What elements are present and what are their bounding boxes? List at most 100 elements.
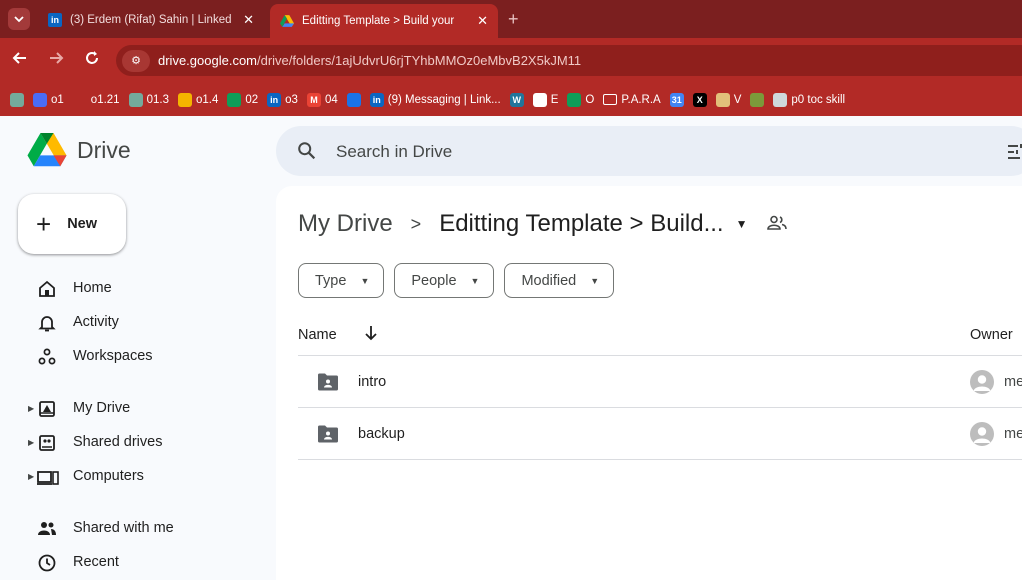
browser-toolbar: ⚙ drive.google.com/drive/folders/1ajUdvr… xyxy=(0,38,1022,83)
new-tab-button[interactable]: + xyxy=(508,9,519,30)
linkedin-icon: in xyxy=(48,12,62,27)
dropdown-arrow-icon: ▼ xyxy=(360,275,370,286)
sidebar-item-label: Shared with me xyxy=(73,520,174,536)
file-name[interactable]: backup xyxy=(358,426,405,442)
shared-folder-icon[interactable] xyxy=(767,210,788,238)
bookmark-item[interactable]: p0 toc skill xyxy=(773,92,846,107)
search-icon[interactable] xyxy=(296,140,318,167)
sidebar-item-workspaces[interactable]: Workspaces xyxy=(0,339,270,373)
bookmark-item[interactable] xyxy=(750,92,765,107)
browser-tab-strip: in (3) Erdem (Rifat) Sahin | Linked ✕ Ed… xyxy=(0,0,1022,38)
bookmark-item[interactable]: 02 xyxy=(227,92,258,107)
new-button[interactable]: + New xyxy=(18,194,126,254)
sidebar-item-activity[interactable]: Activity xyxy=(0,305,270,339)
file-row[interactable]: backup me xyxy=(298,409,1022,460)
bookmark-label: p0 toc skill xyxy=(791,93,846,106)
bookmarks-bar: o1 o1.21 01.3 o1.4 02 in o3 M 04 in (9) Messaging … xyxy=(0,83,1022,116)
my-drive-icon xyxy=(37,399,57,419)
dropdown-arrow-icon: ▼ xyxy=(470,275,480,286)
bookmark-item[interactable]: o1.21 xyxy=(72,92,120,107)
bookmark-item[interactable]: o1 xyxy=(33,92,64,107)
bookmark-item[interactable]: 01.3 xyxy=(128,92,169,107)
close-tab-icon[interactable]: ✕ xyxy=(477,13,488,29)
breadcrumb-root[interactable]: My Drive xyxy=(298,210,393,238)
bookmark-item[interactable]: W xyxy=(509,92,524,107)
tab-title: (3) Erdem (Rifat) Sahin | Linked xyxy=(70,13,232,26)
bookmark-item[interactable]: X xyxy=(692,92,707,107)
sidebar-item-shared-drives[interactable]: ▶ Shared drives xyxy=(0,425,270,459)
bookmark-label: E xyxy=(550,93,559,106)
search-bar[interactable]: Search in Drive xyxy=(276,126,1022,176)
filter-type[interactable]: Type ▼ xyxy=(298,263,385,298)
breadcrumb-current[interactable]: Editting Template > Build... xyxy=(439,210,723,238)
calendar-icon: 31 xyxy=(669,92,684,107)
gmail-icon: M xyxy=(306,92,321,107)
filter-chips: Type ▼ People ▼ Modified ▼ xyxy=(298,263,615,298)
expand-caret-icon[interactable]: ▶ xyxy=(28,472,34,481)
bookmark-item[interactable]: E xyxy=(532,92,559,107)
folder-menu-dropdown-icon[interactable]: ▼ xyxy=(736,217,748,231)
people-icon xyxy=(37,519,57,539)
bookmark-item[interactable]: o1.4 xyxy=(177,92,219,107)
bookmark-item[interactable]: in (9) Messaging | Link... xyxy=(369,92,501,107)
key-icon xyxy=(72,92,87,107)
search-input[interactable]: Search in Drive xyxy=(336,142,452,162)
sidebar-item-label: Computers xyxy=(73,468,144,484)
avatar xyxy=(970,422,994,446)
expand-caret-icon[interactable]: ▶ xyxy=(28,438,34,447)
sheets-icon xyxy=(227,92,242,107)
file-row[interactable]: intro me xyxy=(298,357,1022,408)
sidebar-item-computers[interactable]: ▶ Computers xyxy=(0,459,270,493)
bookmark-label: o3 xyxy=(285,93,298,106)
clock-icon xyxy=(37,553,57,573)
back-icon[interactable] xyxy=(12,50,28,71)
bookmark-item[interactable] xyxy=(10,92,24,107)
drive-logo[interactable]: Drive xyxy=(27,133,131,168)
google-drive-icon xyxy=(27,133,67,167)
bookmark-label: o1.21 xyxy=(90,93,120,106)
plus-icon: + xyxy=(36,209,52,239)
column-name-header[interactable]: Name xyxy=(298,327,337,343)
sidebar-item-label: Activity xyxy=(73,314,119,330)
expand-caret-icon[interactable]: ▶ xyxy=(28,404,34,413)
search-options-icon[interactable] xyxy=(1006,142,1022,167)
bookmark-label: V xyxy=(733,93,742,106)
bookmark-item[interactable]: 31 xyxy=(669,92,684,107)
bookmark-item[interactable]: P.A.R.A xyxy=(603,93,661,106)
address-bar[interactable]: ⚙ drive.google.com/drive/folders/1ajUdvr… xyxy=(116,45,1022,76)
bookmark-label: P.A.R.A xyxy=(621,93,661,106)
openai-icon xyxy=(128,92,143,107)
browser-tab-drive[interactable]: Editting Template > Build your ✕ xyxy=(270,4,498,38)
bookmark-item[interactable]: M 04 xyxy=(306,92,338,107)
file-name[interactable]: intro xyxy=(358,374,386,390)
bookmark-item[interactable] xyxy=(346,92,361,107)
tab-title: Editting Template > Build your xyxy=(302,15,455,27)
sidebar-item-label: Recent xyxy=(73,554,119,570)
filter-people[interactable]: People ▼ xyxy=(394,263,495,298)
tab-search-button[interactable] xyxy=(8,8,30,30)
sidebar-item-label: Home xyxy=(73,280,112,296)
filter-modified[interactable]: Modified ▼ xyxy=(504,263,615,298)
bookmark-item[interactable]: O xyxy=(567,92,594,107)
drive-app: Drive Search in Drive + New Home Activity… xyxy=(0,116,1022,580)
sidebar-item-home[interactable]: Home xyxy=(0,271,270,305)
site-info-icon[interactable]: ⚙ xyxy=(122,49,150,72)
close-tab-icon[interactable]: ✕ xyxy=(243,12,254,28)
main-content: My Drive > Editting Template > Build... … xyxy=(276,186,1022,580)
forward-icon[interactable] xyxy=(48,50,64,71)
sidebar-item-my-drive[interactable]: ▶ My Drive xyxy=(0,391,270,425)
bookmark-item[interactable]: in o3 xyxy=(267,92,298,107)
bookmark-item[interactable]: V xyxy=(715,92,742,107)
reload-icon[interactable] xyxy=(84,50,100,71)
bookmark-label: o1.4 xyxy=(195,93,219,106)
bookmark-label: (9) Messaging | Link... xyxy=(387,93,501,106)
shared-drives-icon xyxy=(37,433,57,453)
url-text[interactable]: drive.google.com/drive/folders/1ajUdvrU6… xyxy=(158,53,581,68)
breadcrumb-separator-icon: > xyxy=(410,213,422,234)
sort-arrow-down-icon[interactable] xyxy=(364,325,378,346)
browser-tab-linkedin[interactable]: in (3) Erdem (Rifat) Sahin | Linked ✕ xyxy=(38,5,264,34)
sidebar-item-recent[interactable]: Recent xyxy=(0,545,270,579)
sidebar-item-shared-with-me[interactable]: Shared with me xyxy=(0,511,270,545)
forms-icon xyxy=(346,92,361,107)
column-owner-header[interactable]: Owner xyxy=(970,327,1013,343)
